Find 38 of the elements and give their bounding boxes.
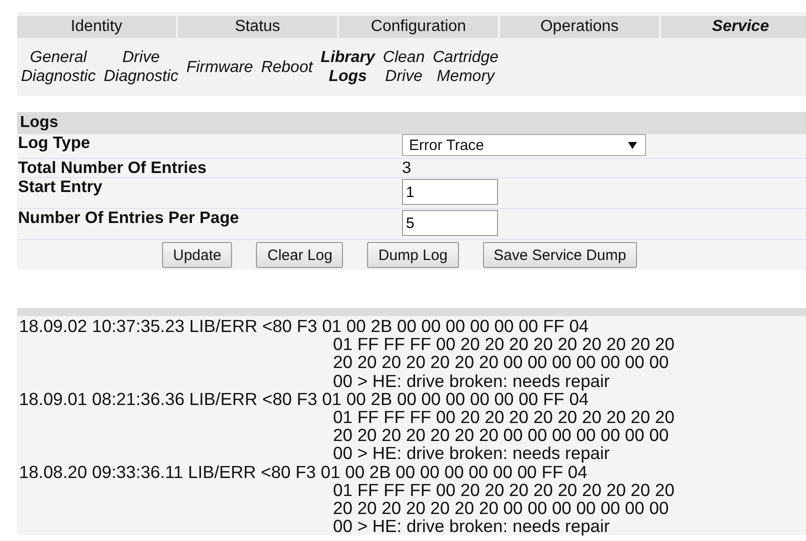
field-label: Log Type — [17, 134, 92, 152]
subnav-link[interactable]: Firmware — [182, 48, 258, 86]
subnav-link[interactable]: General Diagnostic — [17, 48, 100, 86]
input-field[interactable]: 1 — [402, 179, 498, 205]
log-line: 20 20 20 20 20 20 20 00 00 00 00 00 00 00 — [332, 426, 670, 444]
field-label: Start Entry — [17, 178, 104, 196]
log-line: 18.09.01 08:21:36.36 LIB/ERR <80 F3 01 00 2B 00 00 00 00 00 00 FF 04 — [19, 390, 589, 408]
action-button[interactable]: Update — [162, 242, 232, 268]
log-line: 01 FF FF FF 00 20 20 20 20 20 20 20 20 20 — [332, 408, 676, 426]
subnav-link[interactable]: Reboot — [257, 48, 317, 86]
log-line: 00 > HE: drive broken: needs repair — [332, 517, 611, 536]
log-line: 18.09.02 10:37:35.23 LIB/ERR <80 F3 01 00 2B 00 00 00 00 00 00 FF 04 — [19, 317, 590, 336]
log-line: 00 > HE: drive broken: needs repair — [332, 444, 611, 463]
subnav-link[interactable]: Clean Drive — [378, 48, 429, 86]
nav-tab[interactable]: Status — [178, 16, 337, 38]
log-line: 01 FF FF FF 00 20 20 20 20 20 20 20 20 20 — [332, 335, 676, 354]
subnav-link[interactable]: Library Logs — [316, 48, 379, 86]
field-value: 3 — [402, 159, 412, 177]
panel-title: Logs — [17, 112, 806, 134]
nav-tab[interactable]: Operations — [500, 16, 659, 38]
log-type-dropdown[interactable]: Error Trace — [402, 134, 646, 156]
input-field[interactable]: 5 — [402, 210, 498, 236]
log-line: 00 > HE: drive broken: needs repair — [332, 372, 611, 390]
nav-tab[interactable]: Identity — [17, 16, 176, 38]
subnav-link[interactable]: Cartridge Memory — [428, 48, 503, 86]
action-button[interactable]: Dump Log — [367, 242, 459, 268]
log-line: 20 20 20 20 20 20 20 00 00 00 00 00 00 00 — [332, 499, 670, 518]
nav-tab[interactable]: Configuration — [339, 16, 498, 38]
log-line: 18.08.20 09:33:36.11 LIB/ERR <80 F3 01 00 2B 00 00 00 00 00 00 FF 04 — [19, 462, 588, 481]
field-label: Number Of Entries Per Page — [17, 209, 240, 227]
nav-tab[interactable]: Service — [661, 16, 806, 38]
field-label: Total Number Of Entries — [17, 159, 208, 177]
log-line: 01 FF FF FF 00 20 20 20 20 20 20 20 20 20 — [332, 480, 676, 500]
action-button[interactable]: Save Service Dump — [482, 242, 638, 268]
caret-icon — [628, 142, 637, 148]
action-button[interactable]: Clear Log — [256, 242, 344, 268]
log-line: 20 20 20 20 20 20 20 00 00 00 00 00 00 00 — [332, 353, 670, 372]
subnav-link[interactable]: Drive Diagnostic — [100, 48, 182, 86]
